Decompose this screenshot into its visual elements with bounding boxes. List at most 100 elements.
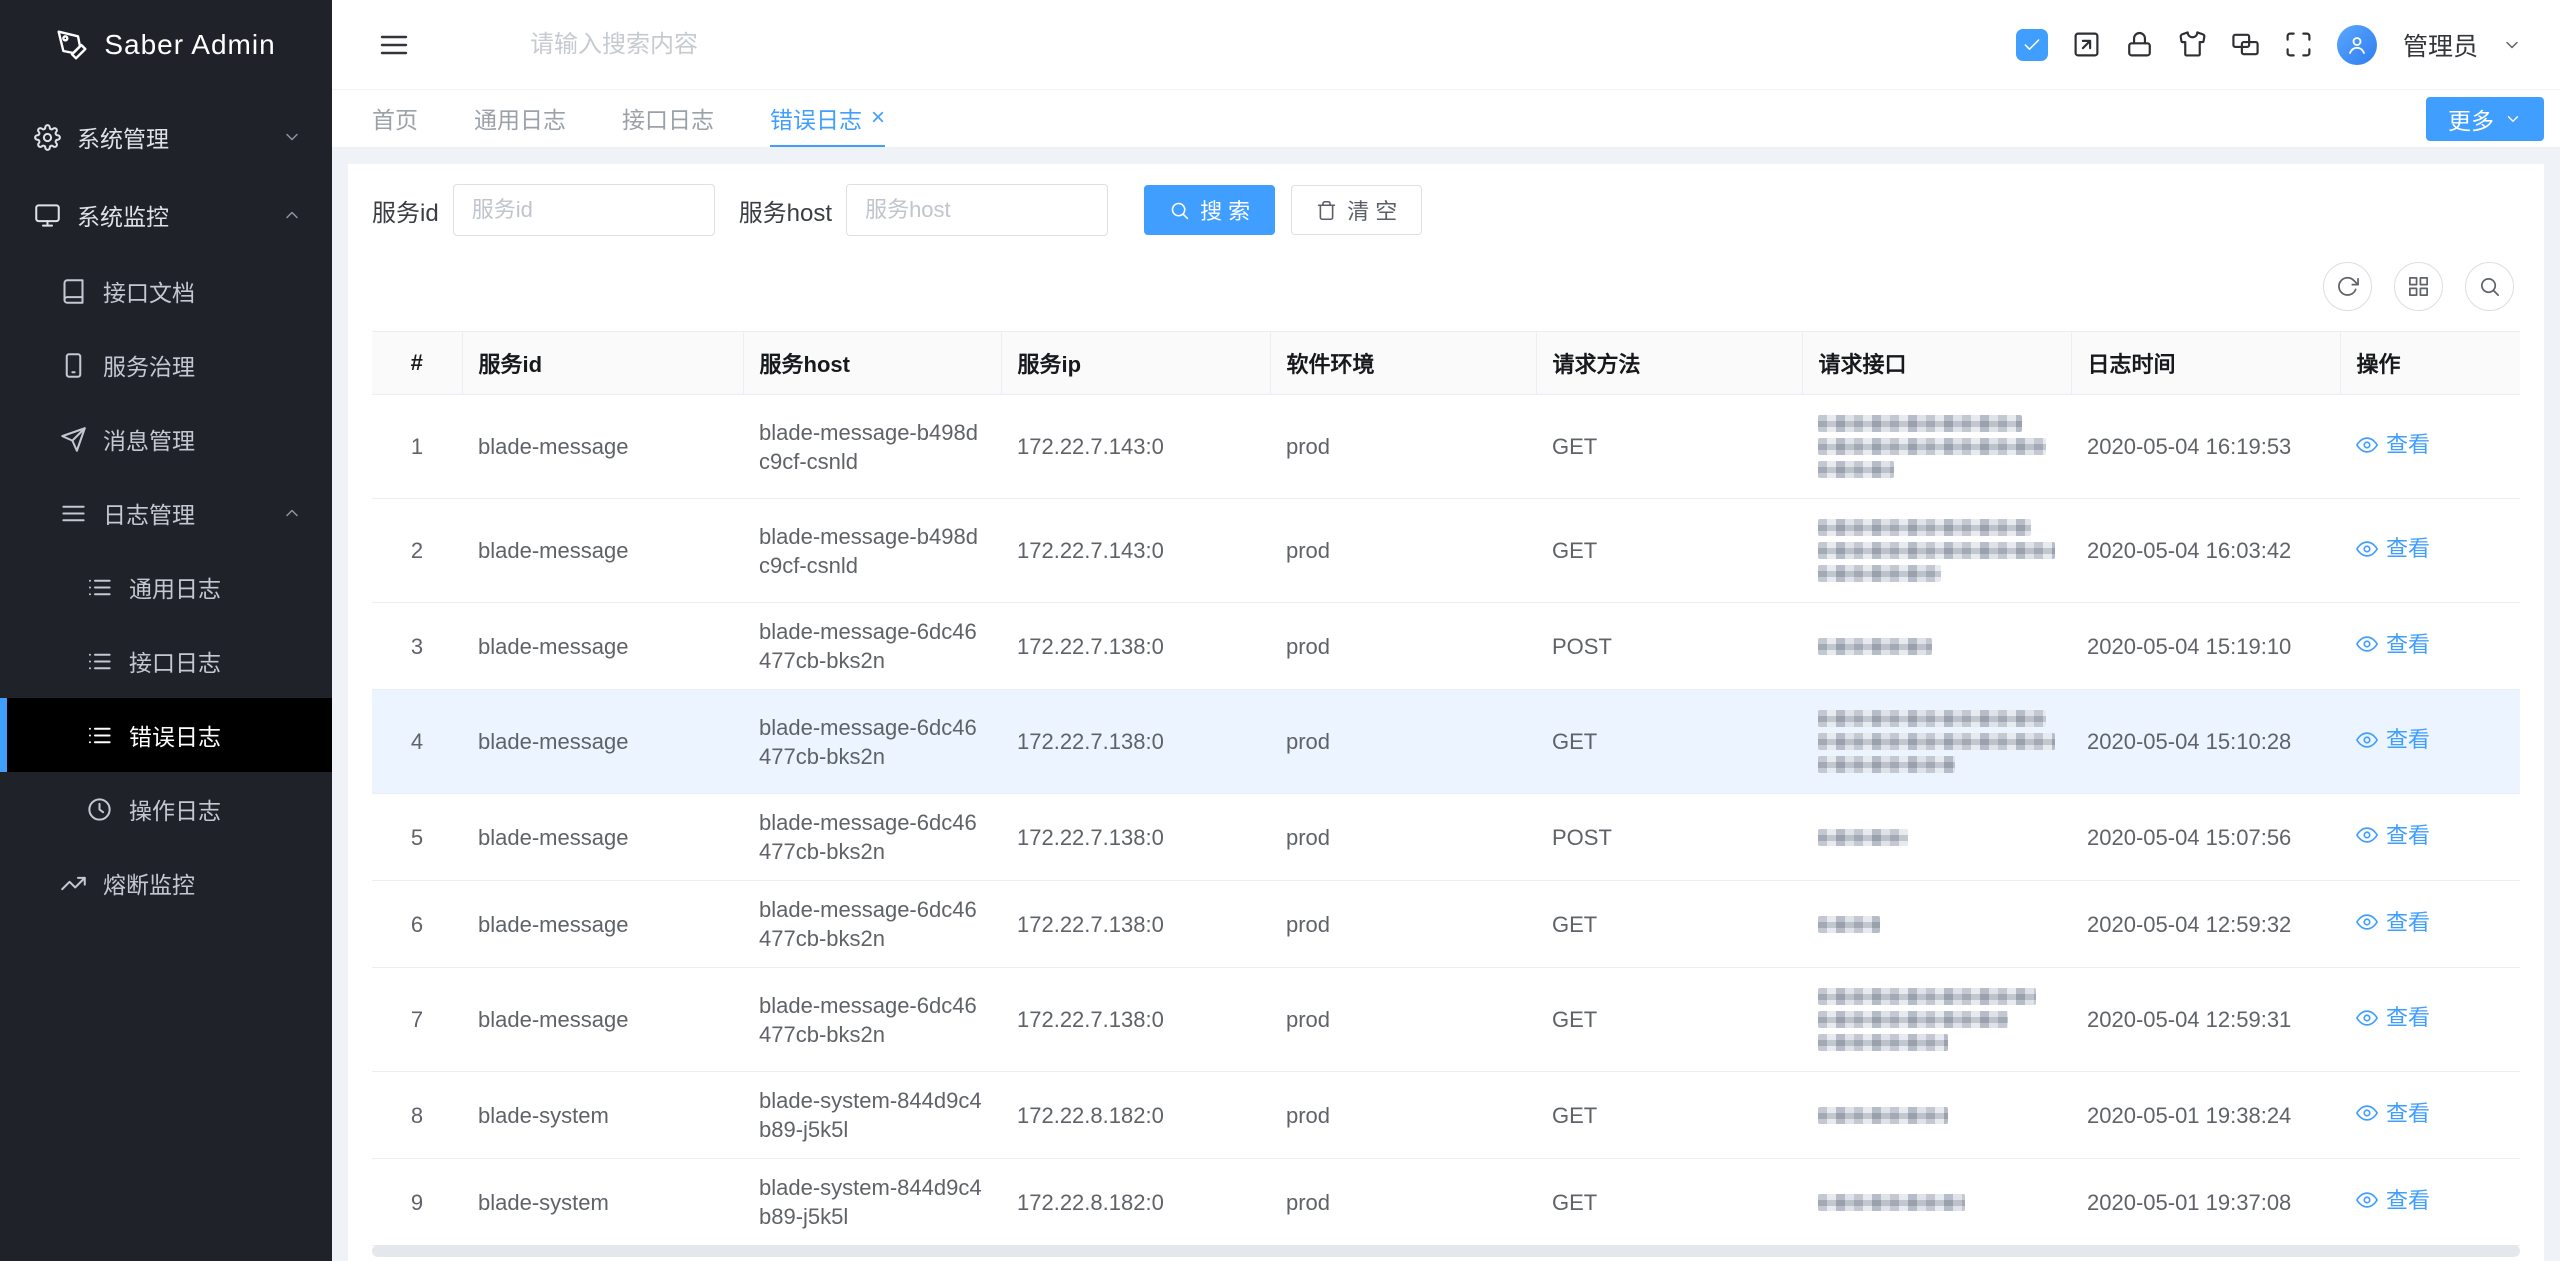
cell-action: 查看 [2340,1159,2520,1246]
cell-method: POST [1536,794,1802,881]
filter-row: 服务id 服务host 搜 索 清 空 [372,184,2520,236]
table-row[interactable]: 5blade-messageblade-message-6dc46477cb-b… [372,794,2520,881]
horizontal-scrollbar[interactable] [372,1245,2520,1257]
cell-service-host: blade-system-844d9c4b89-j5k5l [743,1072,1001,1159]
service-host-input[interactable] [846,184,1108,236]
close-tab-icon[interactable]: × [871,106,885,130]
view-link[interactable]: 查看 [2356,630,2430,659]
cell-action: 查看 [2340,1072,2520,1159]
col-service-host: 服务host [743,332,1001,395]
view-link-label: 查看 [2386,821,2430,850]
col-request-api: 请求接口 [1802,332,2071,395]
col-service-id: 服务id [462,332,743,395]
global-search-input[interactable] [530,31,950,59]
cell-env: prod [1270,690,1536,794]
view-link[interactable]: 查看 [2356,534,2430,563]
redacted-api-mosaic [1818,1034,1948,1051]
service-id-input[interactable] [453,184,715,236]
cell-action: 查看 [2340,395,2520,499]
tab-error-log[interactable]: 错误日志 × [770,90,885,147]
view-link[interactable]: 查看 [2356,908,2430,937]
cell-method: POST [1536,603,1802,690]
cell-service-id: blade-system [462,1072,743,1159]
table-row[interactable]: 6blade-messageblade-message-6dc46477cb-b… [372,881,2520,968]
menu-label: 通用日志 [129,570,221,604]
sidebar-item-service-governance[interactable]: 服务治理 [0,328,332,402]
avatar[interactable] [2337,25,2377,65]
table-row[interactable]: 9blade-systemblade-system-844d9c4b89-j5k… [372,1159,2520,1246]
table-row[interactable]: 8blade-systemblade-system-844d9c4b89-j5k… [372,1072,2520,1159]
table-row[interactable]: 1blade-messageblade-message-b498dc9cf-cs… [372,395,2520,499]
cell-service-id: blade-message [462,794,743,881]
tab-label: 接口日志 [622,101,714,135]
cell-log-time: 2020-05-04 15:19:10 [2071,603,2340,690]
sidebar-item-api-log[interactable]: 接口日志 [0,624,332,698]
search-button[interactable]: 搜 索 [1144,185,1275,235]
sidebar-item-system-management[interactable]: 系统管理 [0,98,332,176]
hamburger-menu-icon[interactable] [378,29,410,61]
cell-method: GET [1536,499,1802,603]
view-link[interactable]: 查看 [2356,1003,2430,1032]
more-button-label: 更多 [2448,102,2494,136]
check-badge-icon[interactable] [2016,29,2048,61]
view-link-label: 查看 [2386,1186,2430,1215]
view-link[interactable]: 查看 [2356,821,2430,850]
cell-action: 查看 [2340,794,2520,881]
cell-log-time: 2020-05-01 19:38:24 [2071,1072,2340,1159]
more-button[interactable]: 更多 [2426,97,2544,141]
cell-service-ip: 172.22.7.138:0 [1001,603,1270,690]
cell-service-id: blade-message [462,881,743,968]
view-link[interactable]: 查看 [2356,1186,2430,1215]
multi-screen-icon[interactable] [2231,30,2260,59]
tab-label: 通用日志 [474,101,566,135]
fullscreen-icon[interactable] [2284,30,2313,59]
view-link[interactable]: 查看 [2356,725,2430,754]
sidebar-item-api-docs[interactable]: 接口文档 [0,254,332,328]
view-link[interactable]: 查看 [2356,430,2430,459]
menu-lines-icon [60,500,87,527]
send-icon [60,426,87,453]
username[interactable]: 管理员 [2403,27,2478,63]
search-toggle-button[interactable] [2465,262,2514,311]
logo-pen-icon [56,29,88,61]
clear-button[interactable]: 清 空 [1291,185,1422,235]
user-menu-chevron-icon[interactable] [2502,35,2522,55]
column-settings-button[interactable] [2394,262,2443,311]
cell-env: prod [1270,395,1536,499]
sidebar-item-circuit-breaker-monitor[interactable]: 熔断监控 [0,846,332,920]
menu-label: 接口日志 [129,644,221,678]
cell-env: prod [1270,881,1536,968]
cell-env: prod [1270,968,1536,1072]
refresh-button[interactable] [2323,262,2372,311]
sidebar-item-operation-log[interactable]: 操作日志 [0,772,332,846]
tab-api-log[interactable]: 接口日志 [622,90,714,147]
tab-general-log[interactable]: 通用日志 [474,90,566,147]
sidebar-item-system-monitor[interactable]: 系统监控 [0,176,332,254]
table-row[interactable]: 7blade-messageblade-message-6dc46477cb-b… [372,968,2520,1072]
eye-icon [2356,538,2378,560]
table-row[interactable]: 2blade-messageblade-message-b498dc9cf-cs… [372,499,2520,603]
cell-action: 查看 [2340,881,2520,968]
lock-icon[interactable] [2125,30,2154,59]
table-row[interactable]: 3blade-messageblade-message-6dc46477cb-b… [372,603,2520,690]
tab-home[interactable]: 首页 [372,90,418,147]
sidebar-item-general-log[interactable]: 通用日志 [0,550,332,624]
clear-button-label: 清 空 [1347,194,1397,226]
theme-skin-icon[interactable] [2178,30,2207,59]
search-button-label: 搜 索 [1200,194,1250,226]
cell-service-id: blade-system [462,1159,743,1246]
eye-icon [2356,1189,2378,1211]
cell-index: 1 [372,395,462,499]
screenshot-icon[interactable] [2072,30,2101,59]
sidebar-item-error-log[interactable]: 错误日志 [0,698,332,772]
cell-env: prod [1270,499,1536,603]
view-link[interactable]: 查看 [2356,1099,2430,1128]
table-row[interactable]: 4blade-messageblade-message-6dc46477cb-b… [372,690,2520,794]
menu-label: 服务治理 [103,348,195,382]
cell-service-ip: 172.22.7.138:0 [1001,881,1270,968]
sidebar-item-log-management[interactable]: 日志管理 [0,476,332,550]
redacted-api-mosaic [1818,710,2046,727]
sidebar-item-message-management[interactable]: 消息管理 [0,402,332,476]
list-icon [86,722,113,749]
tabs-bar: 首页 通用日志 接口日志 错误日志 × 更多 [332,90,2560,148]
